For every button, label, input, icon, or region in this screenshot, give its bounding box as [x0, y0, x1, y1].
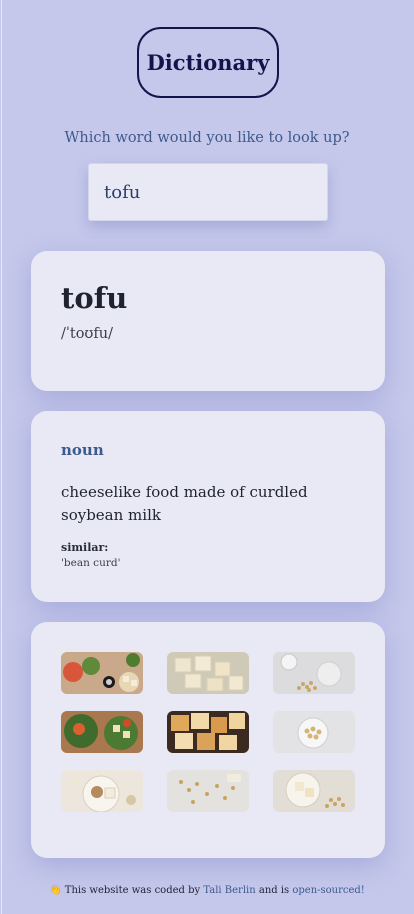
soybeans-milk-image	[273, 652, 355, 694]
photo-soybean-scatter[interactable]	[167, 770, 249, 812]
tofu-bowls-image	[61, 711, 143, 753]
author-link[interactable]: Tali Berlin	[203, 885, 255, 896]
title-badge: Dictionary	[137, 27, 279, 98]
tofu-cubes-image	[167, 652, 249, 694]
search-input[interactable]	[88, 163, 328, 221]
definition-text: cheeselike food made of curdled soybean …	[61, 483, 308, 524]
footer-middle: and is	[258, 885, 290, 896]
search-prompt: Which word would you like to look up?	[64, 130, 350, 146]
photo-tofu-cubes[interactable]	[167, 652, 249, 694]
soybean-scatter-image	[167, 770, 249, 812]
photo-soybean-bowl[interactable]	[273, 711, 355, 753]
part-of-speech: noun	[61, 441, 104, 459]
photo-tofu-bowls[interactable]	[61, 711, 143, 753]
source-link[interactable]: open-sourced!	[292, 885, 364, 896]
soybean-bowl-image	[273, 711, 355, 753]
phonetic-text: /ˈtoʊfu/	[61, 326, 114, 342]
footer-prefix: This website was coded by	[64, 885, 201, 896]
photo-tofu-plate[interactable]	[61, 770, 143, 812]
photo-soybeans-milk[interactable]	[273, 652, 355, 694]
hand-icon: 👋	[49, 885, 62, 896]
word-heading: tofu	[61, 281, 128, 315]
photos-card	[31, 622, 385, 858]
tofu-plate-image	[61, 770, 143, 812]
photo-fried-tofu[interactable]	[167, 711, 249, 753]
similar-value: 'bean curd'	[61, 557, 121, 569]
word-card: tofu /ˈtoʊfu/	[31, 251, 385, 391]
similar-label: similar:	[61, 541, 109, 554]
photo-tofu-salad-spread[interactable]	[61, 652, 143, 694]
tofu-soybeans-image	[273, 770, 355, 812]
fried-tofu-image	[167, 711, 249, 753]
photo-tofu-soybeans[interactable]	[273, 770, 355, 812]
footer: 👋 This website was coded by Tali Berlin …	[0, 885, 414, 896]
app-title: Dictionary	[146, 50, 270, 75]
tofu-salad-image	[61, 652, 143, 694]
definition-card: noun cheeselike food made of curdled soy…	[31, 411, 385, 602]
